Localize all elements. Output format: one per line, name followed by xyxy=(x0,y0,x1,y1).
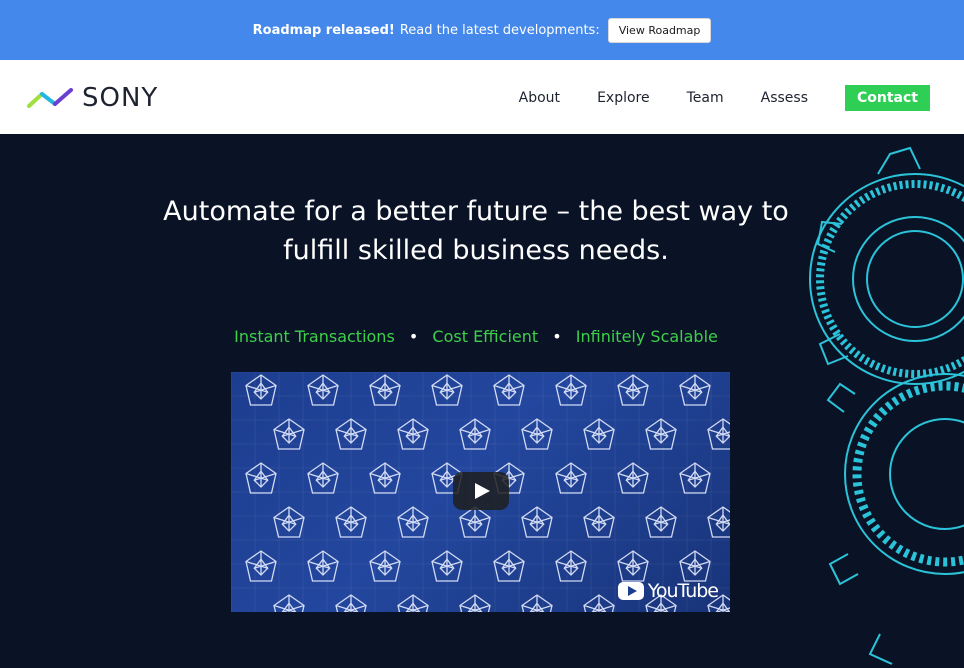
tag-separator: • xyxy=(552,327,562,346)
brand-logo[interactable]: SONY xyxy=(26,83,158,113)
nav-item-about[interactable]: About xyxy=(519,90,560,106)
contact-button[interactable]: Contact xyxy=(845,85,930,111)
nav-item-team[interactable]: Team xyxy=(687,90,724,106)
hero-headline: Automate for a better future – the best … xyxy=(163,196,789,266)
feature-tags: Instant Transactions • Cost Efficient • … xyxy=(0,327,952,346)
tag-cost-efficient: Cost Efficient xyxy=(432,327,539,346)
nav-item-explore[interactable]: Explore xyxy=(597,90,650,106)
view-roadmap-button[interactable]: View Roadmap xyxy=(607,17,712,43)
announcement-banner: Roadmap released! Read the latest develo… xyxy=(0,0,964,60)
tag-separator: • xyxy=(408,327,419,346)
brand-name: SONY xyxy=(82,83,159,113)
tag-infinitely-scalable: Infinitely Scalable xyxy=(575,327,718,346)
tag-instant-transactions: Instant Transactions xyxy=(234,327,395,346)
banner-highlight: Roadmap released! xyxy=(252,22,395,38)
hero-section: Automate for a better future – the best … xyxy=(0,134,964,668)
zigzag-logo-icon xyxy=(27,88,73,108)
main-nav: About Explore Team Assess Contact xyxy=(482,85,930,111)
video-embed[interactable]: YouTube xyxy=(231,372,730,612)
nav-item-assess[interactable]: Assess xyxy=(761,90,808,106)
youtube-logo[interactable]: YouTube xyxy=(617,580,719,602)
play-icon[interactable] xyxy=(453,472,509,510)
gear-decoration-icon xyxy=(809,146,964,665)
navbar: SONY About Explore Team Assess Contact xyxy=(0,60,964,134)
youtube-icon xyxy=(617,582,644,600)
youtube-wordmark: YouTube xyxy=(647,580,719,602)
banner-text: Read the latest developments: xyxy=(399,22,600,38)
